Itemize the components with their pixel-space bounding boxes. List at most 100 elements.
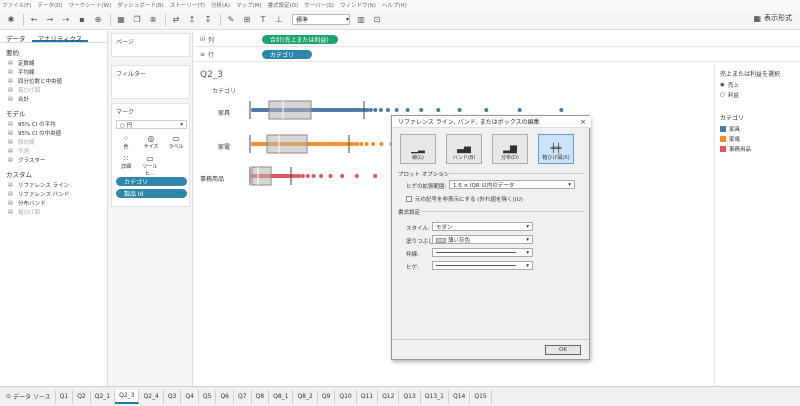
summary-item-3[interactable]: ▤ 箱ひげ図 [8,87,107,94]
whisker-range-select[interactable]: 1.5 × IQR 以内のデータ ▾ [449,180,575,189]
summary-item-2[interactable]: ▤ 四分位数と中央値 [8,78,107,85]
param-option-sales[interactable]: ◉ 売上 [720,81,800,89]
sheet-tab-q9[interactable]: Q9 [318,389,336,404]
menu-item-1[interactable]: データ(D) [37,1,62,9]
new-sheet-icon[interactable]: ▦ [114,13,128,27]
sheet-tab-q12[interactable]: Q12 [378,389,400,404]
sheet-tab-q13[interactable]: Q13 [399,389,421,404]
model-item-1[interactable]: ▤ 95% CI の中央値 [8,130,107,137]
detail-button[interactable]: ⁙ 詳細 [118,154,134,170]
duplicate-sheet-icon[interactable]: ❐ [130,13,144,27]
legend-item-2[interactable]: 事務用品 [720,145,800,153]
sheet-tab-q2[interactable]: Q2 [73,389,91,404]
pin-icon[interactable]: ⊥ [272,13,286,27]
param-option-profit[interactable]: ○ 利益 [720,91,800,99]
style-select[interactable]: モダン ▾ [432,222,533,231]
model-item-0[interactable]: ▤ 95% CI の平均 [8,121,107,128]
sheet-tab-q13_1[interactable]: Q13_1 [421,389,449,404]
clear-sheet-icon[interactable]: ⊗ [146,13,160,27]
pill-sales-or-profit[interactable]: 合計(売上または利益) [262,35,338,44]
custom-item-2[interactable]: ▤ 分布バンド [8,200,107,207]
sheet-tab-q3[interactable]: Q3 [164,389,182,404]
pill-product-id[interactable]: 製品 Id [116,189,187,198]
mark-type-select[interactable]: ○ 円 ▾ [116,120,187,129]
type-line-button[interactable]: ▁▂ 線(L) [400,134,436,164]
pill-rows-category[interactable]: カテゴリ [262,50,312,59]
summary-item-0[interactable]: ▤ 定数線 [8,60,107,67]
menu-item-7[interactable]: 書式設定(O) [268,1,299,9]
menu-item-3[interactable]: ダッシュボード(B) [117,1,164,9]
hide-marks-checkbox[interactable]: 元の記号を非表示にする (外れ値を除く)(U) [406,195,523,203]
pill-category[interactable]: カテゴリ [116,177,187,186]
sheet-tab-q7[interactable]: Q7 [234,389,252,404]
datasource-tab[interactable]: ⊙ データ ソース [2,389,56,404]
sheet-tab-q8_2[interactable]: Q8_2 [293,389,318,404]
new-datasource-icon[interactable]: ⊕ [91,13,105,27]
sheet-tab-q15[interactable]: Q15 [470,389,492,404]
ok-button[interactable]: OK [545,345,581,355]
fit-select[interactable]: 標準 ▾ [292,14,350,25]
custom-item-0[interactable]: ▤ リファレンス ライン [8,182,107,189]
sheet-tab-q6[interactable]: Q6 [216,389,234,404]
custom-item-1[interactable]: ▤ リファレンス バンド [8,191,107,198]
custom-item-3[interactable]: ▤ 箱ひげ図 [8,209,107,216]
undo-icon[interactable]: ← [27,13,41,27]
type-band-button[interactable]: ▃▅ バンド(B) [446,134,482,164]
color-button[interactable]: ⁘ 色 [118,134,134,150]
size-button[interactable]: ◎ サイズ [142,134,160,150]
label-button[interactable]: ▭ ラベル [167,134,185,150]
close-icon[interactable]: × [580,118,586,126]
sheet-tab-q8[interactable]: Q8 [252,389,270,404]
swap-icon[interactable]: ⇄ [169,13,183,27]
fill-select[interactable]: 薄い灰色 ▾ [432,235,533,244]
sheet-tab-q10[interactable]: Q10 [335,389,357,404]
redo-icon[interactable]: → [43,13,57,27]
type-distribution-button[interactable]: ▂▆ 分布(D) [492,134,528,164]
legend-item-1[interactable]: 家電 [720,135,800,143]
sheet-tab-q8_1[interactable]: Q8_1 [269,389,294,404]
sort-asc-icon[interactable]: ↥ [185,13,199,27]
tableau-logo-icon[interactable]: ✱ [4,13,18,27]
label-icon[interactable]: T [256,13,270,27]
sheet-tab-q11[interactable]: Q11 [357,389,379,404]
rows-shelf[interactable]: ≡ 行 カテゴリ [194,48,800,62]
sheet-tab-q5[interactable]: Q5 [199,389,217,404]
summary-item-4[interactable]: ▤ 合計 [8,96,107,103]
model-item-2[interactable]: ▤ 傾向線 [8,139,107,146]
sheet-tab-q2_1[interactable]: Q2_1 [91,389,116,404]
sort-desc-icon[interactable]: ↧ [201,13,215,27]
filters-card[interactable]: フィルター [111,65,190,99]
show-cards-icon[interactable]: ▥ [354,13,368,27]
menu-item-6[interactable]: マップ(M) [236,1,262,9]
whisker-format-select[interactable]: ▾ [432,261,533,270]
model-item-4[interactable]: ▤ クラスター [8,157,107,164]
menu-item-9[interactable]: ウィンドウ(N) [340,1,376,9]
forward-icon[interactable]: ⇢ [59,13,73,27]
menu-item-5[interactable]: 分析(A) [211,1,230,9]
sheet-tab-q4[interactable]: Q4 [181,389,199,404]
group-icon[interactable]: ⊞ [240,13,254,27]
legend-item-0[interactable]: 家具 [720,125,800,133]
sheet-tab-q2_3[interactable]: Q2_3 [115,389,140,404]
menu-item-0[interactable]: ファイル(F) [2,1,31,9]
show-me-button[interactable]: ▦ 表示形式 [753,13,792,23]
presentation-icon[interactable]: ⊡ [370,13,384,27]
save-icon[interactable]: ▪ [75,13,89,27]
type-boxplot-button[interactable]: ╪╪ 箱ひげ図(X) [538,134,574,164]
menu-item-10[interactable]: ヘルプ(H) [382,1,407,9]
highlight-icon[interactable]: ✎ [224,13,238,27]
tab-analytics[interactable]: アナリティクス [31,31,89,43]
sheet-tab-q14[interactable]: Q14 [449,389,471,404]
tooltip-button[interactable]: ▭ ツールヒ… [138,154,162,177]
menu-item-4[interactable]: ストーリー(T) [170,1,205,9]
model-item-3[interactable]: ▤ 予測 [8,148,107,155]
sheet-tab-q2_4[interactable]: Q2_4 [139,389,164,404]
summary-item-1[interactable]: ▤ 平均線 [8,69,107,76]
columns-shelf[interactable]: iii 列 合計(売上または利益) [194,33,800,47]
menu-item-2[interactable]: ワークシート(W) [69,1,112,9]
menu-item-8[interactable]: サーバー(S) [304,1,334,9]
pages-card[interactable]: ページ [111,33,190,57]
border-select[interactable]: ▾ [432,248,533,257]
tab-data[interactable]: データ [0,31,32,43]
sheet-tab-q1[interactable]: Q1 [56,389,74,404]
